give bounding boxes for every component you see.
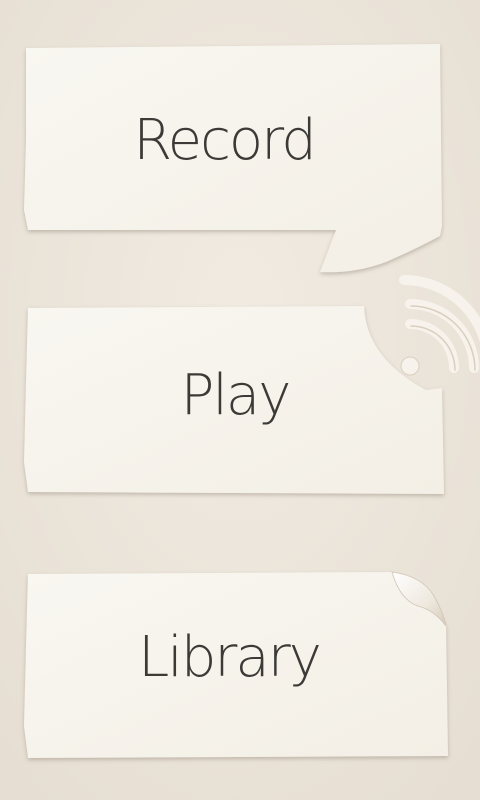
- library-button[interactable]: Library: [14, 566, 464, 766]
- play-button[interactable]: Play: [14, 262, 480, 502]
- record-button[interactable]: Record: [14, 40, 454, 280]
- library-label: Library: [138, 624, 322, 690]
- play-label: Play: [180, 362, 292, 428]
- record-label: Record: [133, 107, 316, 173]
